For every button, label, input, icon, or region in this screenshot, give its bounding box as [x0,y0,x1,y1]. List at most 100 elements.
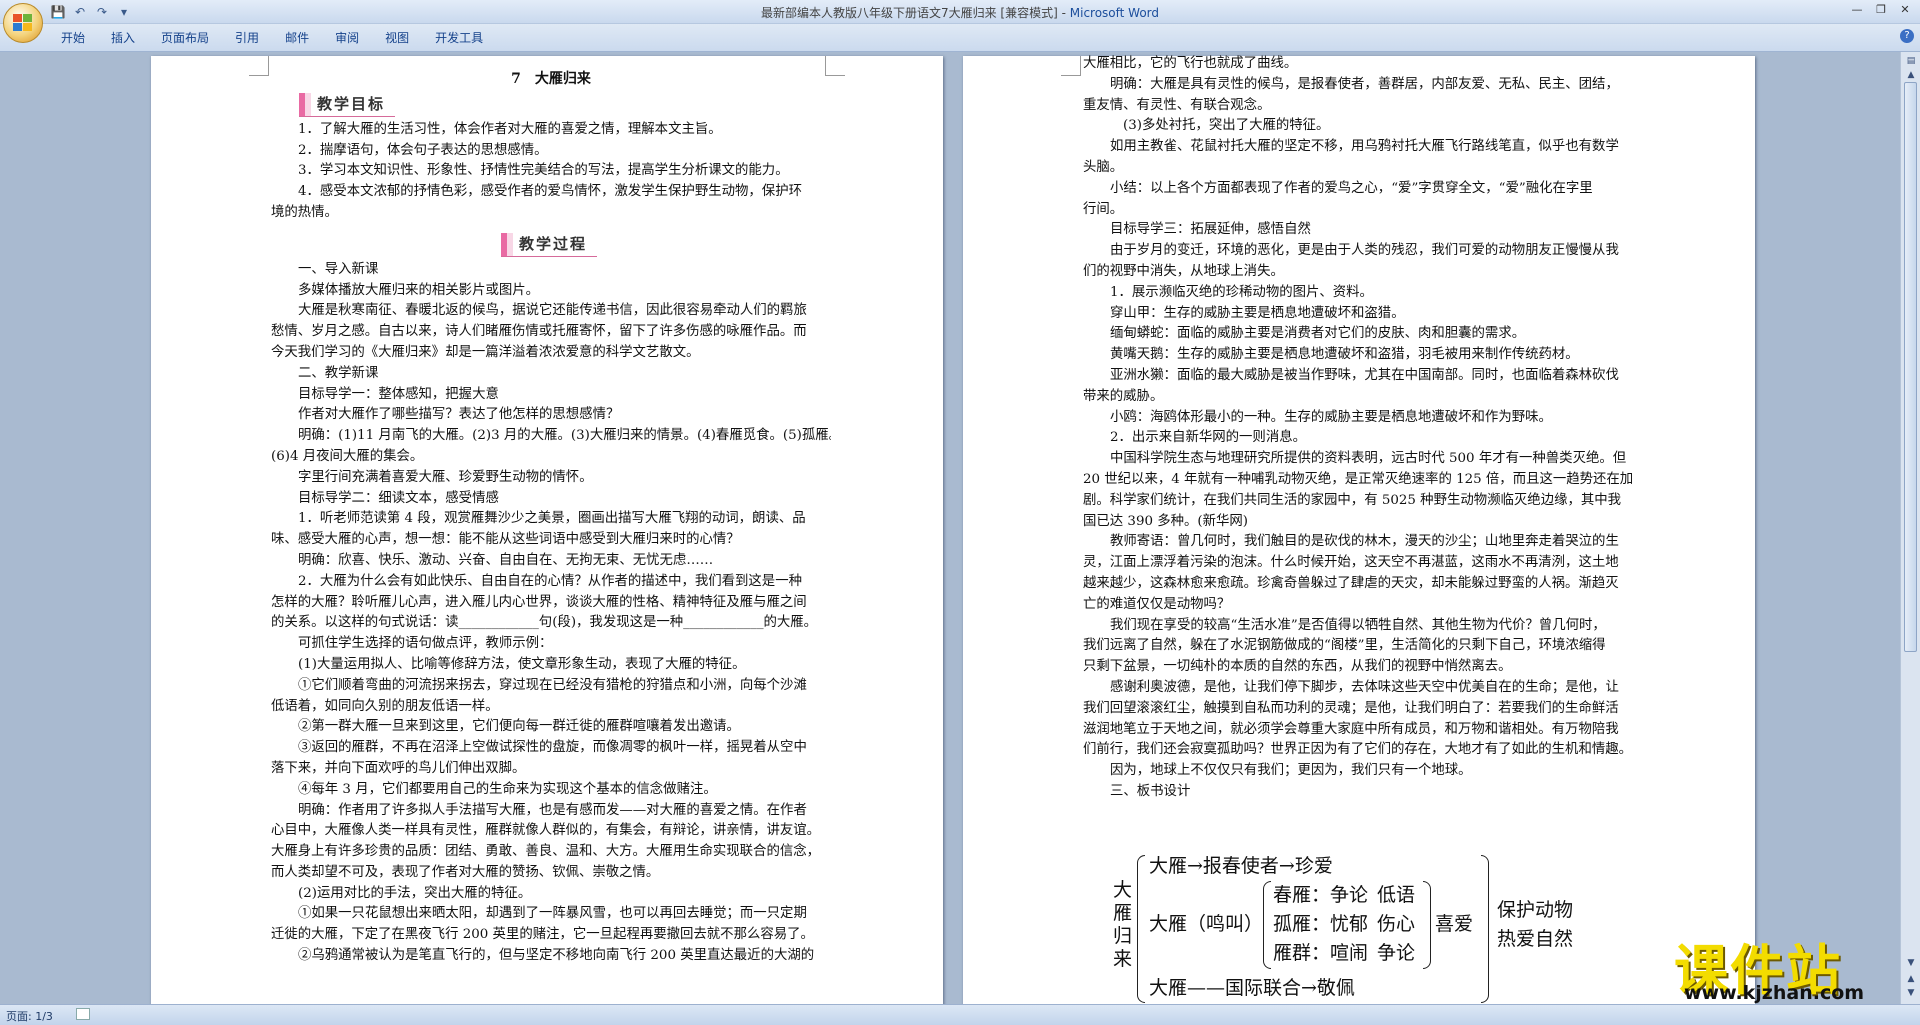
text-line: 越来越少，这森林愈来愈疏。珍禽奇兽躲过了肆虐的天灾，却未能躲过野蛮的人祸。渐趋灭 [1083,575,1619,591]
document-page-1[interactable]: 7 大雁归来 教学目标 1．了解大雁的生活习性，体会作者对大雁的喜爱之情，理解本… [151,56,943,1004]
goals-list: 1．了解大雁的生活习性，体会作者对大雁的喜爱之情，理解本文主旨。 2．揣摩语句，体… [271,120,831,224]
vertical-scrollbar[interactable]: ▤ ▲ ▼ ▲ ▼ [1900,52,1920,1004]
ribbon-tab[interactable]: 开始 [48,29,98,47]
status-bar: 页面: 1/3 [0,1004,1920,1025]
brace-middle [1263,881,1271,969]
text-line: 而人类却望不可及，表现了作者对大雁的赞扬、钦佩、崇敬之情。 [271,864,660,880]
office-button[interactable] [3,3,43,43]
text-line: 1．展示濒临灭绝的珍稀动物的图片、资料。 [1110,284,1373,300]
board-argue: 争论 [1377,942,1416,964]
ribbon-tabs: 开始 插入 页面布局 引用 邮件 审阅 视图 开发工具 [48,29,496,47]
text-line: 三、板书设计 [1110,783,1191,799]
window-controls: — ❐ ✕ [1846,2,1916,18]
page-count[interactable]: 页面: 1/3 [6,1008,53,1024]
text-line: 重友情、有灵性、有联合观念。 [1083,97,1271,113]
scroll-thumb[interactable] [1904,82,1917,652]
text-line: 境的热情。 [271,204,338,220]
text-line: ①如果一只花鼠想出来晒太阳，却遇到了一阵暴风雪，也可以再回去睡觉；而一只定期 [298,906,807,922]
ruler-toggle-icon[interactable]: ▤ [1904,54,1918,68]
ribbon-tab[interactable]: 插入 [98,29,148,47]
text-line: 缅甸蟒蛇：面临的威胁主要是消费者对它们的皮肤、肉和胆囊的需求。 [1110,326,1526,342]
text-line: 2．大雁为什么会有如此快乐、自由自在的心情？从作者的描述中，我们看到这是一种 [298,573,802,589]
maximize-icon[interactable]: ❐ [1870,2,1892,18]
text-line: 大雁是秋寒南征、春暖北返的候鸟，据说它还能传递书信，因此很容易牵动人们的羁旅 [298,303,807,319]
document-workspace: 7 大雁归来 教学目标 1．了解大雁的生活习性，体会作者对大雁的喜爱之情，理解本… [0,52,1900,1004]
text-line: 小结：以上各个方面都表现了作者的爱鸟之心，“爱”字贯穿全文，“爱”融化在字里 [1110,180,1593,196]
proofing-icon[interactable] [76,1008,90,1020]
lesson-title: 7 大雁归来 [511,71,591,87]
board-sad: 伤心 [1377,913,1416,935]
text-line: 只剩下盆景，一切纯朴的本质的自然的东西，从我们的视野中悄然离去。 [1083,659,1512,675]
title-bar: 💾 ↶ ↷ ▾ 最新部编本人教版八年级下册语文7大雁归来 [兼容模式] - Mi… [0,0,1920,24]
text-line: 1．了解大雁的生活习性，体会作者对大雁的喜爱之情，理解本文主旨。 [298,121,722,137]
text-line: 味、感受大雁的心声，想一想：能不能从这些词语中感受到大雁归来时的心情？ [271,532,740,548]
text-line: 如用主教雀、花鼠衬托大雁的坚定不移，用乌鸦衬托大雁飞行路线笔直，似乎也有数学 [1110,139,1619,155]
text-line: 怎样的大雁？聆听雁儿心声，进入雁儿内心世界，谈谈大雁的性格、精神特征及雁与雁之间 [271,594,807,610]
text-line: 3．学习本文知识性、形象性、抒情性完美结合的写法，提高学生分析课文的能力。 [298,163,789,179]
ribbon-tab[interactable]: 审阅 [322,29,372,47]
board-love-nature: 热爱自然 [1497,928,1574,950]
text-line: 4．感受本文浓郁的抒情色彩，感受作者的爱鸟情怀，激发学生保护野生动物，保护环 [298,184,802,200]
text-line: ②第一群大雁一旦来到这里，它们便向每一群迁徙的雁群喧嚷着发出邀请。 [298,719,740,735]
text-line: 黄嘴天鹅：生存的威胁主要是栖息地遭破坏和盗猎，羽毛被用来制作传统药材。 [1110,347,1579,363]
text-line: (6)4 月夜间大雁的集会。 [271,448,424,464]
page-2-paragraphs: 大雁相比，它的飞行也就成了曲线。 明确：大雁是具有灵性的候鸟，是报春使者，善群居，… [1083,54,1643,803]
text-line: 今天我们学习的《大雁归来》却是一篇洋溢着浓浓爱意的科学文艺散文。 [271,344,700,360]
app-name: Microsoft Word [1069,6,1160,20]
document-page-2[interactable]: 大雁相比，它的飞行也就成了曲线。 明确：大雁是具有灵性的候鸟，是报春使者，善群居，… [963,56,1755,1004]
text-line: 愁情、岁月之感。自古以来，诗人们睹雁伤情或托雁寄怀，留下了许多伤感的咏雁作品。而 [271,324,807,340]
window-title: 最新部编本人教版八年级下册语文7大雁归来 [兼容模式] - Microsoft … [0,4,1920,21]
text-line: ③返回的雁群，不再在沼泽上空做试探性的盘旋，而像凋零的枫叶一样，摇晃着从空中 [298,740,807,756]
text-line: 们的视野中消失，从地球上消失。 [1083,263,1284,279]
text-line: 明确：大雁是具有灵性的候鸟，是报春使者，善群居，内部友爱、无私、民主、团结， [1110,76,1619,92]
brace-right-inner [1423,881,1431,969]
scroll-up-icon[interactable]: ▲ [1904,68,1918,82]
text-line: 大雁身上有许多珍贵的品质：团结、勇敢、善良、温和、大方。大雁用生命实现联合的信念… [271,844,821,860]
text-line: 中国科学院生态与地理研究所提供的资料表明，远古时代 500 年才有一种兽类灭绝。… [1110,451,1627,467]
text-line: 迁徙的大雁，下定了在黑夜飞行 200 英里的赌注，它一旦起程再要撤回去就不那么容… [271,927,814,943]
banner-teaching-process: 教学过程 [501,232,598,257]
text-line: 目标导学二：细读文本，感受情感 [298,490,499,506]
text-line: 我们远离了自然，躲在了水泥钢筋做成的“阁楼”里，生活简化的只剩下自己，环境浓缩得 [1083,638,1606,654]
text-line: 明确：欣喜、快乐、激动、兴奋、自由自在、无拘无束、无忧无虑…… [298,552,714,568]
text-line: 2．揣摩语句，体会句子表达的思想感情。 [298,142,548,158]
text-line: 多媒体播放大雁归来的相关影片或图片。 [298,282,540,298]
text-line: 们前行，我们还会寂寞孤助吗？世界正因为有了它们的存在，大地才有了如此的生机和情趣… [1083,742,1633,758]
ribbon-tab[interactable]: 引用 [222,29,272,47]
watermark-logo: 课件站 www.kjzhan.com [1674,926,1910,1004]
text-line: 的关系。以这样的句式说话：读____________句(段)，我发现这是一种__… [271,615,818,631]
text-line: 教师寄语：曾几何时，我们触目的是砍伐的林木，漫天的沙尘；山地里奔走着哭泣的生 [1110,534,1619,550]
text-line: 低语着，如同向久别的朋友低语一样。 [271,698,499,714]
text-line: 感谢利奥波德，是他，让我们停下脚步，去体味这些天空中优美自在的生命；是他，让 [1110,679,1619,695]
ribbon-tab[interactable]: 页面布局 [148,29,222,47]
text-line: ①它们顺着弯曲的河流拐来拐去，穿过现在已经没有猎枪的狩猎点和小洲，向每个沙滩 [298,677,807,693]
board-row-2-label: 大雁（鸣叫） [1149,913,1264,935]
text-line: 穿山甲：生存的威胁主要是栖息地遭破坏和盗猎。 [1110,305,1405,321]
ribbon-tab[interactable]: 开发工具 [422,29,496,47]
text-line: 小鸥：海鸥体形最小的一种。生存的威胁主要是栖息地遭破坏和作为野味。 [1110,409,1552,425]
close-icon[interactable]: ✕ [1894,2,1916,18]
ribbon-tab[interactable]: 邮件 [272,29,322,47]
text-line: ②乌鸦通常被认为是笔直飞行的，但与坚定不移地向南飞行 200 英里直达最近的大湖… [298,948,815,964]
minimize-icon[interactable]: — [1846,2,1868,18]
ribbon: 开始 插入 页面布局 引用 邮件 审阅 视图 开发工具 ? [0,24,1920,52]
text-line: 灵，江面上漂浮着污染的泡沫。什么时候开始，这天空不再湛蓝，这雨水不再清洌，这土地 [1083,555,1619,571]
text-line: 由于岁月的变迁，环境的恶化，更是由于人类的残忍，我们可爱的动物朋友正慢慢从我 [1110,243,1619,259]
ribbon-tab[interactable]: 视图 [372,29,422,47]
brace-right-outer [1481,855,1489,1003]
text-line: 心目中，大雁像人类一样具有灵性，雁群就像人群似的，有集会，有辩论，讲亲情，讲友谊… [271,823,821,839]
board-main-title: 大雁归来 [1113,879,1133,970]
text-line: 二、教学新课 [298,365,379,381]
brace-left [1137,855,1145,1003]
help-icon[interactable]: ? [1900,29,1914,43]
watermark-url: www.kjzhan.com [1684,982,1865,1004]
text-line: (2)运用对比的手法，突出大雁的特征。 [298,885,532,901]
board-row-1: 大雁→报春使者→珍爱 [1149,855,1333,877]
office-logo-icon [13,14,33,32]
text-line: 作者对大雁作了哪些描写？表达了他怎样的思想感情？ [298,407,620,423]
text-line: 2．出示来自新华网的一则消息。 [1110,430,1306,446]
board-spring-geese: 春雁：争论 [1273,884,1369,906]
board-protect-animals: 保护动物 [1497,899,1574,921]
text-line: 1．听老师范读第 4 段，观赏雁舞沙少之美景，圈画出描写大雁飞翔的动词，朗读、品 [298,511,806,527]
text-line: 亡的难道仅仅是动物吗？ [1083,596,1231,612]
